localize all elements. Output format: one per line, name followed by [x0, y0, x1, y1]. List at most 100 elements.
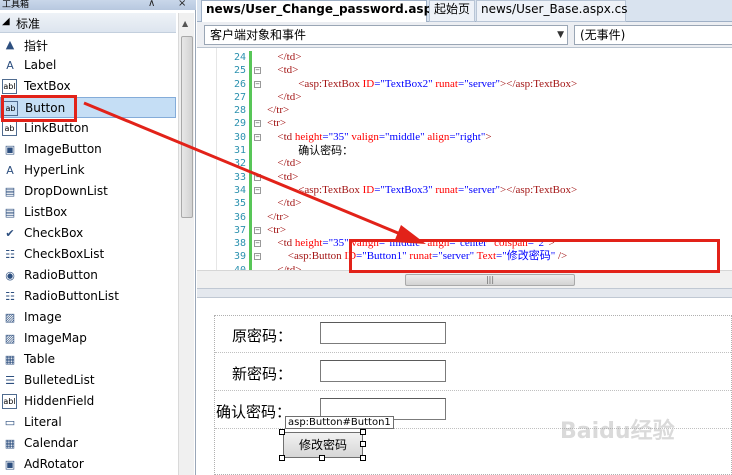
change-marker — [249, 170, 252, 184]
toolbox-item-radiobuttonlist[interactable]: ☷ RadioButtonList — [0, 286, 176, 307]
toolbox-item-textbox[interactable]: abl TextBox — [0, 76, 176, 97]
textbox-icon: abl — [2, 79, 17, 94]
toolbox-item-label: LinkButton — [24, 121, 89, 135]
fold-toggle-icon[interactable]: − — [254, 133, 261, 141]
fold-toggle-icon[interactable]: − — [254, 67, 261, 75]
toolbox-item-listbox[interactable]: ▤ ListBox — [0, 202, 176, 223]
line-number: 38 — [233, 238, 246, 250]
toolbox-item-imagebutton[interactable]: ▣ ImageButton — [0, 139, 176, 160]
resize-handle[interactable] — [360, 441, 366, 447]
code-line: 33− <td> — [219, 170, 732, 184]
code-token: <asp:TextBox — [298, 77, 363, 90]
toolbox-item-table[interactable]: ▦ Table — [0, 349, 176, 370]
code-line: 37− <tr> — [219, 223, 732, 238]
tab-user-base-cs[interactable]: news/User_Base.aspx.cs — [476, 0, 627, 22]
toolbox-item-hiddenfield[interactable]: abl HiddenField — [0, 391, 176, 412]
code-editor[interactable]: 24 </td> 25− <td> 26− <asp:TextBox ID="TextBo… — [197, 48, 732, 270]
event-dropdown[interactable]: (无事件) — [574, 25, 732, 45]
toolbox-item-label: RadioButton — [24, 268, 98, 282]
change-marker — [249, 144, 252, 158]
toolbox-item-adrotator[interactable]: ▣ AdRotator — [0, 454, 176, 475]
toolbox-item-radiobutton[interactable]: ◉ RadioButton — [0, 265, 176, 286]
code-line: 32 </td> — [219, 157, 732, 171]
toolbox-item-literal[interactable]: ▭ Literal — [0, 412, 176, 433]
code-lines: 24 </td> 25− <td> 26− <asp:TextBox ID="TextBo… — [219, 51, 732, 270]
code-token: </tr> — [267, 104, 290, 117]
toolbox-item-image[interactable]: ▨ Image — [0, 307, 176, 328]
toolbox-item-calendar[interactable]: ▦ Calendar — [0, 433, 176, 454]
code-token: </td> — [277, 157, 302, 170]
change-marker — [249, 104, 252, 118]
toolbox-item-hyperlink[interactable]: A HyperLink — [0, 160, 176, 181]
resize-handle[interactable] — [279, 429, 285, 435]
code-scroll-thumb[interactable]: ||| — [405, 274, 575, 286]
code-text: </tr> — [267, 211, 289, 224]
fold-toggle-icon[interactable]: − — [254, 173, 261, 181]
code-token: <tr> — [267, 117, 287, 130]
document-tab-bar: news/User_Change_password.aspx 起始页 news/… — [197, 0, 732, 22]
hiddenfield-icon: abl — [2, 394, 17, 409]
resize-handle[interactable] — [360, 429, 366, 435]
code-text: <asp:TextBox ID="TextBox2" runat="server… — [298, 78, 577, 91]
code-text: <tr> — [267, 117, 286, 130]
label-icon: A — [6, 59, 14, 72]
toolbox-scrollbar[interactable]: ▲ — [178, 13, 194, 475]
change-marker — [249, 77, 252, 91]
code-token: ="35" — [322, 130, 352, 143]
fold-toggle-icon[interactable]: − — [254, 240, 261, 248]
toolbox-item-checkboxlist[interactable]: ☷ CheckBoxList — [0, 244, 176, 265]
toolbox-group-standard[interactable]: ◢ 标准 — [0, 13, 176, 33]
toolbox-item-label: HiddenField — [24, 394, 95, 408]
tab-user-change-password[interactable]: news/User_Change_password.aspx — [201, 0, 440, 22]
annotation-red-box-button — [1, 95, 77, 122]
fold-toggle-icon[interactable]: − — [254, 120, 261, 128]
fold-toggle-icon[interactable]: − — [254, 186, 261, 194]
resize-handle[interactable] — [319, 455, 325, 461]
line-number: 28 — [233, 105, 246, 117]
toolbox-item-imagemap[interactable]: ▨ ImageMap — [0, 328, 176, 349]
code-token: <td> — [277, 64, 299, 77]
toolbox-item-label: 指针 — [24, 39, 49, 53]
new-password-textbox[interactable] — [320, 360, 446, 382]
scroll-up-icon[interactable]: ▲ — [182, 19, 188, 28]
fold-toggle-icon[interactable]: − — [254, 253, 261, 261]
pin-icon[interactable]: ⊼ — [148, 0, 155, 9]
toolbox-item-label[interactable]: A Label — [0, 55, 176, 76]
resize-handle[interactable] — [279, 455, 285, 461]
object-dropdown[interactable]: 客户端对象和事件 ▼ — [204, 25, 568, 45]
tab-start-page[interactable]: 起始页 — [429, 0, 475, 22]
toolbox-item-label: CheckBoxList — [24, 247, 105, 261]
code-token: <td> — [277, 170, 299, 183]
table-icon: ▦ — [4, 353, 16, 366]
line-number: 27 — [233, 91, 246, 103]
imagebutton-icon: ▣ — [4, 143, 16, 156]
line-number: 35 — [233, 198, 246, 210]
design-view[interactable]: 原密码： 新密码： 确认密码： asp:Button#Button1 修改密码 — [197, 298, 732, 475]
code-token: ></asp:TextBox> — [500, 77, 578, 90]
code-line: 26− <asp:TextBox ID="TextBox2" runat="ser… — [219, 77, 732, 91]
line-number: 39 — [233, 251, 246, 263]
split-view-divider[interactable] — [197, 288, 732, 298]
code-line: 30− <td height="35" valign="middle" align… — [219, 130, 732, 145]
toolbox-item-dropdownlist[interactable]: ▤ DropDownList — [0, 181, 176, 202]
change-marker — [249, 210, 252, 224]
old-password-textbox[interactable] — [320, 322, 446, 344]
code-line: 28 </tr> — [219, 104, 732, 118]
fold-toggle-icon[interactable]: − — [254, 226, 261, 234]
fold-toggle-icon[interactable]: − — [254, 80, 261, 88]
code-token: height — [294, 130, 323, 143]
literal-icon: ▭ — [4, 416, 16, 429]
toolbox-item-bulletedlist[interactable]: ☰ BulletedList — [0, 370, 176, 391]
close-icon[interactable]: × — [178, 0, 186, 9]
toolbox-scroll-thumb[interactable] — [181, 36, 193, 218]
toolbox-item-pointer[interactable]: ▲ 指针 — [0, 34, 176, 55]
toolbox-item-label: Image — [24, 310, 62, 324]
code-token: runat — [435, 183, 458, 196]
line-number: 32 — [233, 158, 246, 170]
toolbox-item-label: ImageButton — [24, 142, 102, 156]
code-line: 34− <asp:TextBox ID="TextBox3" runat="ser… — [219, 183, 732, 198]
listbox-icon: ▤ — [4, 206, 16, 219]
resize-handle[interactable] — [360, 455, 366, 461]
toolbox-item-checkbox[interactable]: ✔ CheckBox — [0, 223, 176, 244]
toolbox-item-label: ListBox — [24, 205, 68, 219]
